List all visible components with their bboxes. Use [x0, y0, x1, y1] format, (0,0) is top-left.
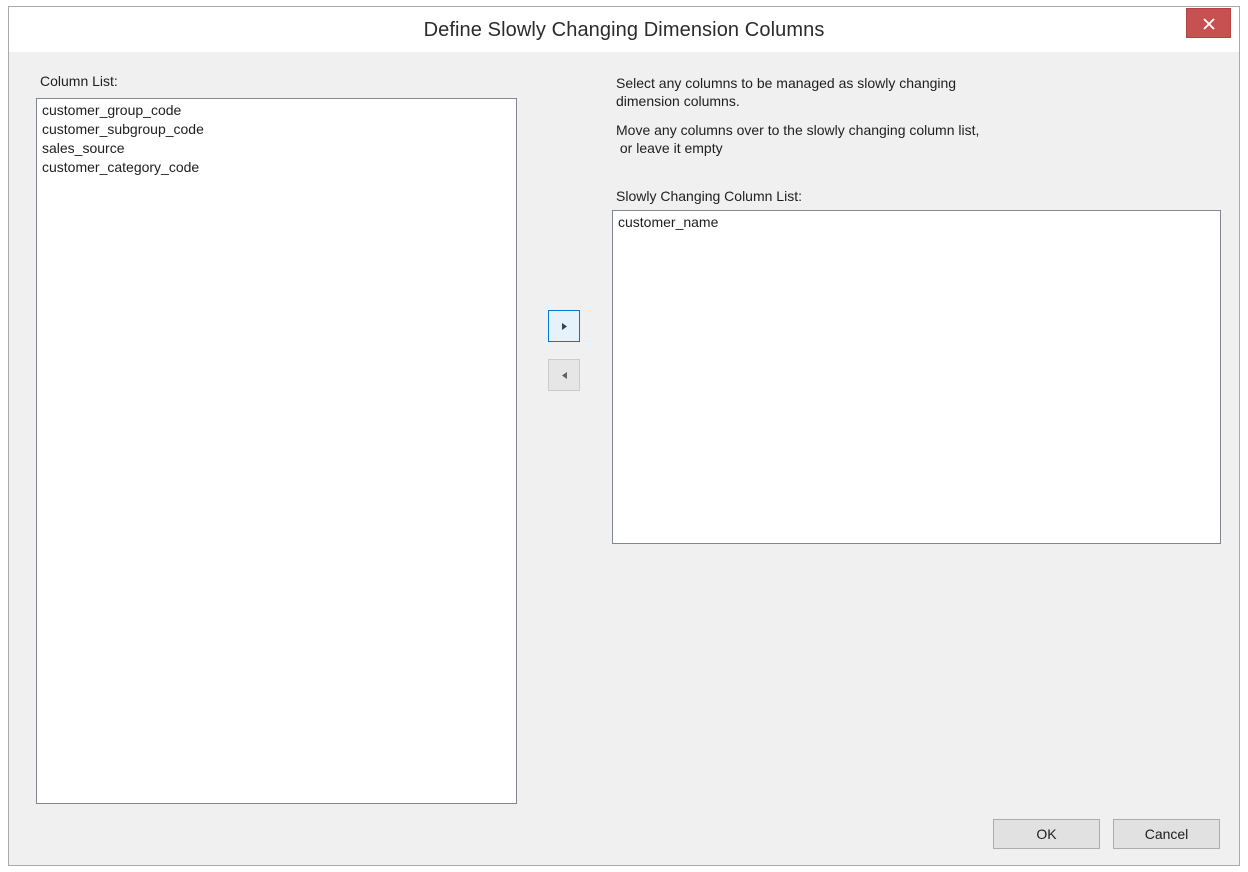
move-right-button[interactable]	[548, 310, 580, 342]
instruction-line-3: Move any columns over to the slowly chan…	[616, 122, 980, 138]
list-item[interactable]: sales_source	[42, 139, 511, 158]
list-item[interactable]: customer_name	[618, 213, 1215, 232]
slowly-changing-list-label: Slowly Changing Column List:	[616, 188, 802, 204]
instruction-line-1: Select any columns to be managed as slow…	[616, 75, 957, 91]
list-item[interactable]: customer_group_code	[42, 101, 511, 120]
triangle-right-icon	[562, 323, 567, 330]
list-item[interactable]: customer_category_code	[42, 158, 511, 177]
column-list[interactable]: customer_group_code customer_subgroup_co…	[36, 98, 517, 804]
close-button[interactable]	[1186, 8, 1231, 38]
slowly-changing-column-list[interactable]: customer_name	[612, 210, 1221, 544]
dialog-title: Define Slowly Changing Dimension Columns	[423, 19, 825, 41]
title-bar[interactable]: Define Slowly Changing Dimension Columns	[9, 7, 1239, 53]
ok-button[interactable]: OK	[993, 819, 1100, 849]
list-item[interactable]: customer_subgroup_code	[42, 120, 511, 139]
triangle-left-icon	[562, 372, 567, 379]
dialog-window: Define Slowly Changing Dimension Columns…	[8, 6, 1240, 866]
column-list-label: Column List:	[40, 73, 118, 89]
move-left-button[interactable]	[548, 359, 580, 391]
instruction-line-4: or leave it empty	[616, 140, 723, 156]
instruction-line-2: dimension columns.	[616, 93, 740, 109]
close-icon	[1203, 18, 1215, 30]
cancel-button[interactable]: Cancel	[1113, 819, 1220, 849]
